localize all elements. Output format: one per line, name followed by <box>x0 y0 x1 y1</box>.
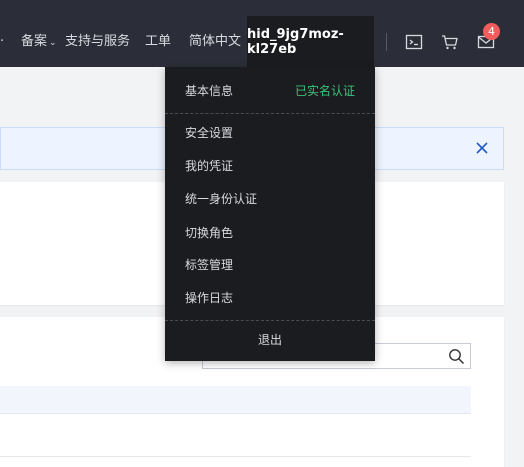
nav-item-support[interactable]: 支持与服务 <box>65 34 130 50</box>
cart-icon[interactable] <box>440 32 460 52</box>
nav-item-beian[interactable]: 备案 ⌄ <box>21 34 57 51</box>
user-dropdown-menu: 基本信息 已实名认证 安全设置 我的凭证 统一身份认证 切换角色 标签管理 操作… <box>165 67 375 361</box>
menu-item-switch-role[interactable]: 切换角色 <box>185 225 233 241</box>
logout-button[interactable]: 退出 <box>165 332 375 348</box>
search-icon[interactable] <box>448 348 465 365</box>
navbar-divider <box>386 33 387 51</box>
username-label: hid_9jg7moz-kl27eb <box>247 27 344 57</box>
menu-item-basic-info[interactable]: 基本信息 <box>185 83 233 99</box>
user-account-tab[interactable]: hid_9jg7moz-kl27eb <box>247 16 374 67</box>
menu-divider <box>165 320 375 321</box>
table-header <box>0 386 471 414</box>
message-count-badge: 4 <box>483 23 500 40</box>
chevron-down-icon: ⌄ <box>49 38 57 48</box>
menu-item-tag-management[interactable]: 标签管理 <box>185 257 233 273</box>
menu-item-unified-identity[interactable]: 统一身份认证 <box>185 191 257 207</box>
nav-truncated-edge: · <box>0 34 5 49</box>
menu-item-my-credentials[interactable]: 我的凭证 <box>185 158 233 174</box>
table-row <box>0 414 471 457</box>
menu-item-operation-log[interactable]: 操作日志 <box>185 290 233 306</box>
nav-item-ticket[interactable]: 工单 <box>145 34 171 50</box>
nav-item-language[interactable]: 简体中文 <box>189 34 241 50</box>
menu-item-security-settings[interactable]: 安全设置 <box>185 125 233 141</box>
verified-status-badge: 已实名认证 <box>294 84 355 98</box>
terminal-icon[interactable] <box>404 32 424 52</box>
menu-divider <box>165 113 375 114</box>
nav-item-beian-label: 备案 <box>21 34 48 49</box>
close-icon[interactable] <box>475 141 489 155</box>
top-navbar: · 备案 ⌄ 支持与服务 工单 简体中文 hid_9jg7moz-kl27eb 4 <box>0 0 524 67</box>
